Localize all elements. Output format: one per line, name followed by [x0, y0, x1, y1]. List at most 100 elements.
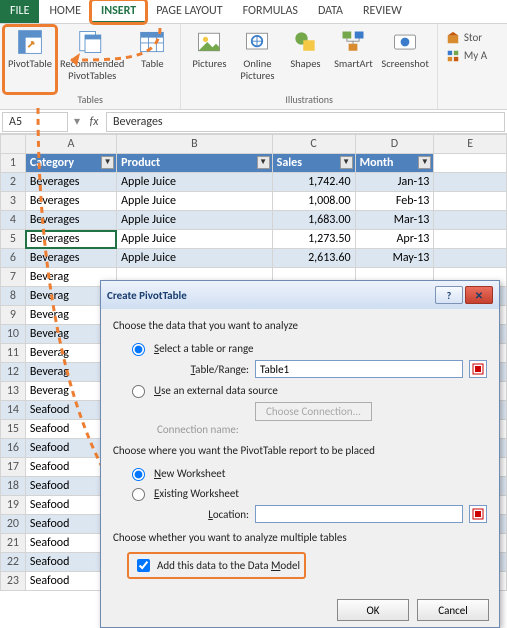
col-D[interactable]: D — [355, 135, 434, 154]
formula-bar: A5 ▾ fx Beverages — [0, 110, 507, 134]
new-worksheet-radio[interactable] — [132, 468, 145, 481]
cell[interactable]: Jan-13 — [355, 173, 434, 192]
select-all[interactable] — [1, 135, 26, 154]
filter-icon[interactable]: ▼ — [418, 156, 431, 169]
tab-pagelayout[interactable]: PAGE LAYOUT — [146, 0, 232, 23]
row-header[interactable]: 2 — [1, 173, 26, 192]
cell[interactable]: Beverages — [25, 173, 116, 192]
store-button[interactable]: Stor — [444, 30, 489, 46]
col-B[interactable]: B — [117, 135, 273, 154]
filter-icon[interactable]: ▼ — [101, 156, 114, 169]
screenshot-button[interactable]: Screenshot — [377, 26, 432, 93]
shapes-button[interactable]: Shapes — [281, 26, 329, 93]
select-table-radio[interactable] — [132, 343, 145, 356]
location-input[interactable] — [255, 505, 463, 523]
filter-icon[interactable]: ▼ — [257, 156, 270, 169]
cell[interactable]: Mar-13 — [355, 211, 434, 230]
row-header[interactable]: 16 — [1, 439, 26, 458]
row-header[interactable]: 4 — [1, 211, 26, 230]
cell[interactable] — [434, 211, 507, 230]
cell[interactable]: Apple Juice — [117, 173, 273, 192]
cell[interactable]: 1,683.00 — [272, 211, 355, 230]
header-month[interactable]: Month▼ — [355, 154, 434, 173]
header-product[interactable]: Product▼ — [117, 154, 273, 173]
row-header[interactable]: 10 — [1, 325, 26, 344]
formula-input[interactable]: Beverages — [106, 112, 505, 132]
smartart-button[interactable]: SmartArt — [329, 26, 377, 93]
name-box[interactable]: A5 — [2, 112, 68, 132]
range-picker-button[interactable] — [469, 360, 487, 378]
cell[interactable]: Beverages — [25, 211, 116, 230]
close-button[interactable]: ✕ — [465, 286, 493, 304]
row-header[interactable]: 11 — [1, 344, 26, 363]
cell-E1[interactable] — [434, 154, 507, 173]
tab-insert[interactable]: INSERT — [91, 0, 146, 23]
help-button[interactable]: ? — [435, 286, 463, 304]
cell[interactable]: 1,273.50 — [272, 230, 355, 249]
row-1[interactable]: 1 — [1, 154, 26, 173]
cell[interactable]: 1,742.40 — [272, 173, 355, 192]
cell[interactable]: Feb-13 — [355, 192, 434, 211]
recommended-pivottables-button[interactable]: Recommended PivotTables — [56, 26, 128, 93]
row-header[interactable]: 7 — [1, 268, 26, 287]
cell[interactable]: Beverages — [25, 230, 116, 249]
location-picker-button[interactable] — [469, 505, 487, 523]
row-header[interactable]: 15 — [1, 420, 26, 439]
row-header[interactable]: 18 — [1, 477, 26, 496]
cancel-button[interactable]: Cancel — [417, 599, 489, 621]
filter-icon[interactable]: ▼ — [340, 156, 353, 169]
row-header[interactable]: 17 — [1, 458, 26, 477]
row-header[interactable]: 21 — [1, 534, 26, 553]
pivottable-button[interactable]: PivotTable — [4, 26, 56, 93]
row-header[interactable]: 13 — [1, 382, 26, 401]
table-range-input[interactable] — [255, 360, 463, 378]
cell[interactable]: Beverages — [25, 249, 116, 268]
online-pictures-button[interactable]: Online Pictures — [233, 26, 281, 93]
myapps-button[interactable]: My A — [444, 48, 489, 64]
tab-data[interactable]: DATA — [308, 0, 353, 23]
external-source-radio[interactable] — [132, 385, 145, 398]
row-header[interactable]: 19 — [1, 496, 26, 515]
row-header[interactable]: 3 — [1, 192, 26, 211]
cell[interactable]: May-13 — [355, 249, 434, 268]
cell[interactable]: Apr-13 — [355, 230, 434, 249]
name-box-dropdown[interactable]: ▾ — [70, 114, 84, 129]
pivottable-icon — [16, 28, 44, 56]
row-header[interactable]: 9 — [1, 306, 26, 325]
cell[interactable]: Apple Juice — [117, 211, 273, 230]
cell[interactable]: Apple Juice — [117, 249, 273, 268]
cell[interactable] — [434, 192, 507, 211]
cell[interactable] — [434, 249, 507, 268]
cell[interactable]: Apple Juice — [117, 230, 273, 249]
row-header[interactable]: 14 — [1, 401, 26, 420]
table-button[interactable]: Table — [128, 26, 176, 93]
cell[interactable]: 1,008.00 — [272, 192, 355, 211]
col-C[interactable]: C — [272, 135, 355, 154]
row-header[interactable]: 12 — [1, 363, 26, 382]
cell[interactable]: Apple Juice — [117, 192, 273, 211]
add-to-data-model-checkbox[interactable] — [137, 559, 150, 572]
col-E[interactable]: E — [434, 135, 507, 154]
cell[interactable] — [434, 173, 507, 192]
row-header[interactable]: 6 — [1, 249, 26, 268]
ok-button[interactable]: OK — [337, 599, 409, 621]
tab-formulas[interactable]: FORMULAS — [233, 0, 308, 23]
dialog-titlebar[interactable]: Create PivotTable ? ✕ — [101, 281, 499, 309]
tab-file[interactable]: FILE — [0, 0, 39, 23]
fx-button[interactable]: fx — [84, 115, 104, 129]
tab-home[interactable]: HOME — [39, 0, 91, 23]
cell[interactable] — [434, 230, 507, 249]
cell[interactable]: 2,613.60 — [272, 249, 355, 268]
pictures-button[interactable]: Pictures — [185, 26, 233, 93]
row-header[interactable]: 23 — [1, 572, 26, 591]
tab-review[interactable]: REVIEW — [353, 0, 412, 23]
col-A[interactable]: A — [25, 135, 116, 154]
row-header[interactable]: 22 — [1, 553, 26, 572]
cell[interactable]: Beverages — [25, 192, 116, 211]
row-header[interactable]: 8 — [1, 287, 26, 306]
header-category[interactable]: Category▼ — [25, 154, 116, 173]
row-header[interactable]: 5 — [1, 230, 26, 249]
existing-worksheet-radio[interactable] — [132, 488, 145, 501]
row-header[interactable]: 20 — [1, 515, 26, 534]
header-sales[interactable]: Sales▼ — [272, 154, 355, 173]
